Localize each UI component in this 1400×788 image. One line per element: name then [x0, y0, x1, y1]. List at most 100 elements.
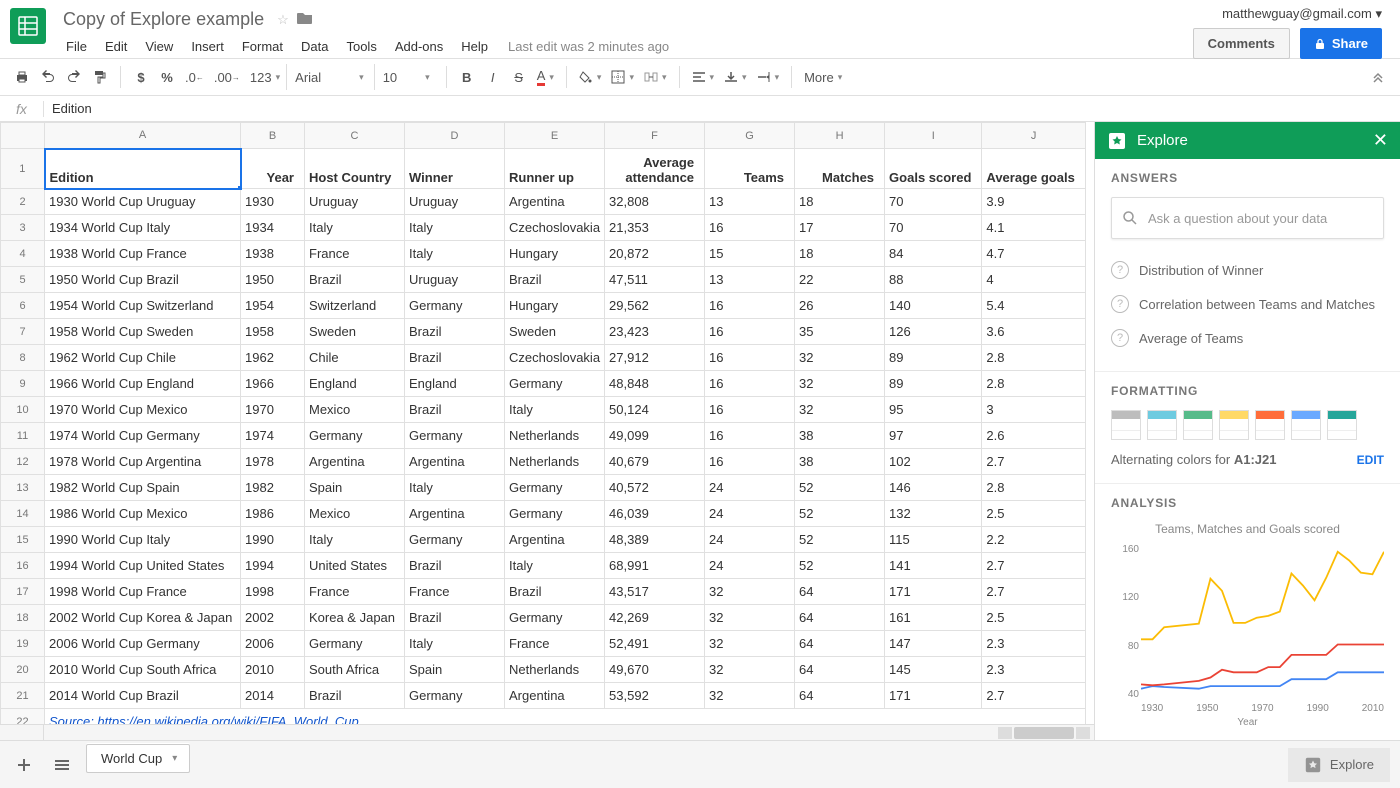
data-cell[interactable]: Germany: [405, 683, 505, 709]
data-cell[interactable]: 42,269: [605, 605, 705, 631]
row-header[interactable]: 7: [1, 319, 45, 345]
analysis-chart[interactable]: 1601208040 19301950197019902010 Year: [1111, 544, 1384, 724]
col-header[interactable]: G: [705, 123, 795, 149]
data-cell[interactable]: 13: [705, 189, 795, 215]
row-header[interactable]: 15: [1, 527, 45, 553]
data-cell[interactable]: Hungary: [505, 241, 605, 267]
data-cell[interactable]: 2.7: [982, 579, 1085, 605]
data-cell[interactable]: South Africa: [305, 657, 405, 683]
format-swatch[interactable]: [1291, 410, 1321, 440]
data-cell[interactable]: 140: [885, 293, 982, 319]
data-cell[interactable]: 1986: [241, 501, 305, 527]
decrease-decimal-icon[interactable]: .0←: [181, 64, 208, 90]
data-cell[interactable]: Mexico: [305, 397, 405, 423]
data-cell[interactable]: 13: [705, 267, 795, 293]
suggestion-1[interactable]: ?Distribution of Winner: [1111, 253, 1384, 287]
wrap-icon[interactable]: ▾: [753, 64, 784, 90]
header-cell[interactable]: Goals scored: [885, 149, 982, 189]
data-cell[interactable]: 1982: [241, 475, 305, 501]
data-cell[interactable]: 2002 World Cup Korea & Japan: [45, 605, 241, 631]
row-header[interactable]: 3: [1, 215, 45, 241]
data-cell[interactable]: 2010: [241, 657, 305, 683]
menu-view[interactable]: View: [137, 35, 181, 58]
data-cell[interactable]: 97: [885, 423, 982, 449]
data-cell[interactable]: England: [405, 371, 505, 397]
data-cell[interactable]: 16: [705, 345, 795, 371]
data-cell[interactable]: Brazil: [505, 267, 605, 293]
v-align-icon[interactable]: ▾: [720, 64, 751, 90]
data-cell[interactable]: 1990: [241, 527, 305, 553]
document-title[interactable]: Copy of Explore example: [58, 6, 269, 33]
add-sheet-button[interactable]: [10, 751, 38, 779]
data-cell[interactable]: 4: [982, 267, 1085, 293]
data-cell[interactable]: 20,872: [605, 241, 705, 267]
data-cell[interactable]: 2.6: [982, 423, 1085, 449]
data-cell[interactable]: 16: [705, 449, 795, 475]
data-cell[interactable]: 38: [795, 449, 885, 475]
data-cell[interactable]: 21,353: [605, 215, 705, 241]
data-cell[interactable]: 132: [885, 501, 982, 527]
data-cell[interactable]: 52: [795, 553, 885, 579]
data-cell[interactable]: 17: [795, 215, 885, 241]
row-header[interactable]: 12: [1, 449, 45, 475]
strikethrough-icon[interactable]: S: [507, 64, 531, 90]
data-cell[interactable]: 1994 World Cup United States: [45, 553, 241, 579]
data-cell[interactable]: Germany: [405, 527, 505, 553]
data-cell[interactable]: 38: [795, 423, 885, 449]
data-cell[interactable]: 24: [705, 475, 795, 501]
col-header[interactable]: I: [885, 123, 982, 149]
data-cell[interactable]: 1958 World Cup Sweden: [45, 319, 241, 345]
data-cell[interactable]: 2.3: [982, 631, 1085, 657]
all-sheets-button[interactable]: [48, 751, 76, 779]
data-cell[interactable]: 1930: [241, 189, 305, 215]
data-cell[interactable]: 145: [885, 657, 982, 683]
data-cell[interactable]: 52: [795, 501, 885, 527]
row-header[interactable]: 8: [1, 345, 45, 371]
data-cell[interactable]: Brazil: [505, 579, 605, 605]
data-cell[interactable]: Brazil: [305, 683, 405, 709]
data-cell[interactable]: Sweden: [505, 319, 605, 345]
row-header[interactable]: 14: [1, 501, 45, 527]
data-cell[interactable]: Brazil: [405, 605, 505, 631]
data-cell[interactable]: 1962 World Cup Chile: [45, 345, 241, 371]
row-header[interactable]: 10: [1, 397, 45, 423]
data-cell[interactable]: 64: [795, 657, 885, 683]
data-cell[interactable]: 23,423: [605, 319, 705, 345]
data-cell[interactable]: 84: [885, 241, 982, 267]
print-icon[interactable]: [10, 64, 34, 90]
data-cell[interactable]: Germany: [505, 371, 605, 397]
header-cell[interactable]: Teams: [705, 149, 795, 189]
col-header[interactable]: E: [505, 123, 605, 149]
data-cell[interactable]: 4.7: [982, 241, 1085, 267]
data-cell[interactable]: 16: [705, 293, 795, 319]
data-cell[interactable]: 53,592: [605, 683, 705, 709]
data-cell[interactable]: 64: [795, 683, 885, 709]
data-cell[interactable]: Argentina: [505, 189, 605, 215]
col-header[interactable]: C: [305, 123, 405, 149]
data-cell[interactable]: Argentina: [405, 449, 505, 475]
data-cell[interactable]: Switzerland: [305, 293, 405, 319]
data-cell[interactable]: 24: [705, 501, 795, 527]
data-cell[interactable]: Netherlands: [505, 657, 605, 683]
data-cell[interactable]: 2014 World Cup Brazil: [45, 683, 241, 709]
data-cell[interactable]: 3: [982, 397, 1085, 423]
data-cell[interactable]: 1938 World Cup France: [45, 241, 241, 267]
row-header[interactable]: 16: [1, 553, 45, 579]
data-cell[interactable]: 1966 World Cup England: [45, 371, 241, 397]
data-cell[interactable]: Uruguay: [305, 189, 405, 215]
data-cell[interactable]: Korea & Japan: [305, 605, 405, 631]
data-cell[interactable]: 68,991: [605, 553, 705, 579]
undo-icon[interactable]: [36, 64, 60, 90]
star-icon[interactable]: ☆: [277, 12, 289, 28]
data-cell[interactable]: France: [405, 579, 505, 605]
data-cell[interactable]: England: [305, 371, 405, 397]
data-cell[interactable]: 70: [885, 189, 982, 215]
data-cell[interactable]: 24: [705, 553, 795, 579]
data-cell[interactable]: 1990 World Cup Italy: [45, 527, 241, 553]
data-cell[interactable]: 102: [885, 449, 982, 475]
edit-link[interactable]: EDIT: [1357, 453, 1384, 467]
col-header[interactable]: J: [982, 123, 1085, 149]
data-cell[interactable]: 2.7: [982, 553, 1085, 579]
data-cell[interactable]: Italy: [405, 241, 505, 267]
data-cell[interactable]: 35: [795, 319, 885, 345]
